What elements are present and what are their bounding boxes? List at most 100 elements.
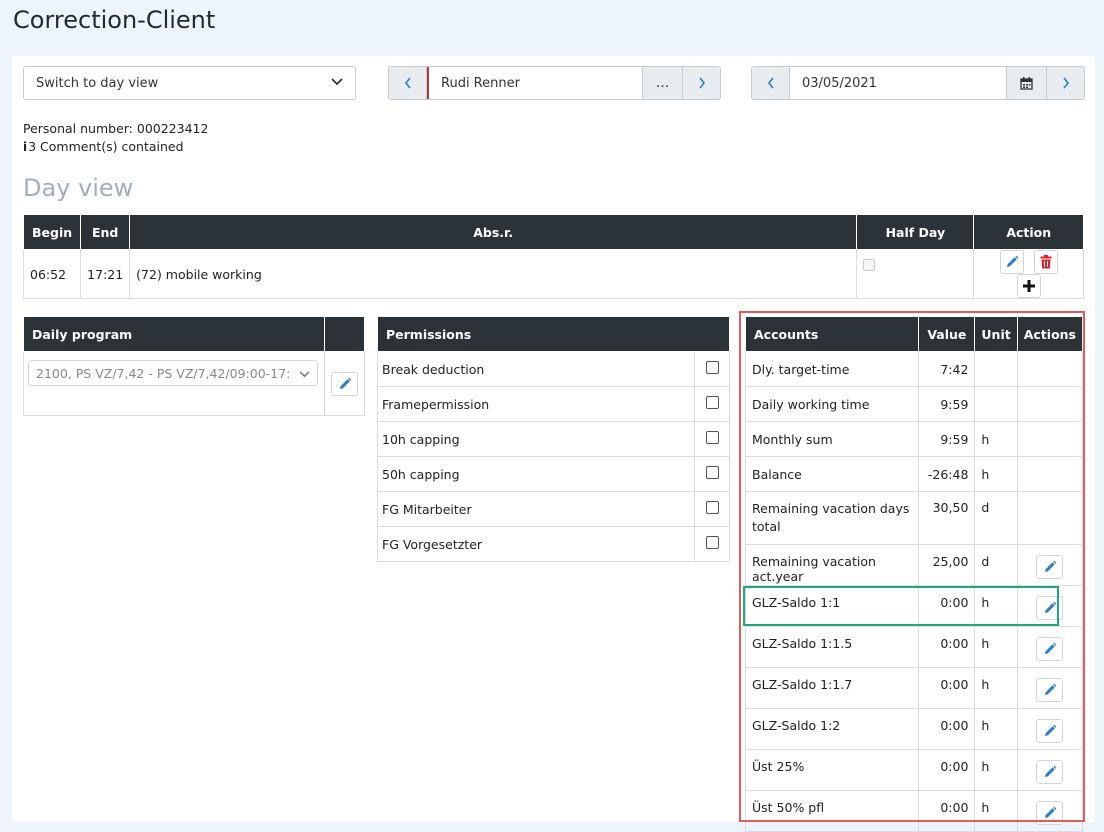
- absr-cell: (72) mobile working: [129, 249, 858, 299]
- permissions-table: Permissions Break deduction Framepermissi…: [376, 316, 730, 562]
- account-name: GLZ-Saldo 1:1: [744, 585, 920, 627]
- chevron-right-icon: [698, 77, 705, 89]
- col-begin: Begin: [22, 214, 82, 250]
- comments-text: 3 Comment(s) contained: [28, 139, 184, 154]
- date-value: 03/05/2021: [802, 75, 877, 91]
- trash-icon: [1040, 255, 1052, 269]
- table-row: Monthly sum 9:59 h: [744, 421, 1084, 457]
- list-item: 10h capping: [376, 421, 730, 457]
- account-value: 0:00: [918, 790, 976, 832]
- edit-account-button[interactable]: [1036, 678, 1064, 702]
- account-unit: h: [974, 749, 1018, 791]
- add-button[interactable]: [1016, 274, 1041, 298]
- permission-checkbox[interactable]: [705, 396, 719, 409]
- permission-checkbox[interactable]: [705, 466, 719, 479]
- account-name: GLZ-Saldo 1:1.5: [744, 626, 920, 668]
- account-value: 9:59: [918, 386, 976, 422]
- personal-number-value: 000223412: [136, 121, 209, 136]
- list-item: Break deduction: [376, 351, 730, 387]
- account-action-cell: [1016, 667, 1084, 709]
- account-name: Daily working time: [744, 386, 920, 422]
- edit-account-button[interactable]: [1036, 555, 1064, 579]
- account-value: 0:00: [918, 708, 976, 750]
- table-row: GLZ-Saldo 1:1 0:00 h: [744, 585, 1084, 627]
- edit-account-button[interactable]: [1036, 760, 1064, 784]
- view-select-value: Switch to day view: [36, 75, 159, 91]
- account-value: 0:00: [918, 626, 976, 668]
- account-value: 25,00: [918, 544, 976, 586]
- daily-program-table: Daily program 2100, PS VZ/7,42 - PS VZ/7…: [23, 316, 365, 416]
- more-button[interactable]: ...: [642, 67, 682, 99]
- next-employee-button[interactable]: [682, 67, 720, 99]
- edit-account-button[interactable]: [1036, 637, 1064, 661]
- col-action: Action: [973, 214, 1084, 250]
- daily-program-cell: 2100, PS VZ/7,42 - PS VZ/7,42/09:00-17:: [23, 351, 325, 416]
- col-permissions: Permissions: [377, 316, 730, 352]
- date-input[interactable]: 03/05/2021: [790, 67, 1006, 99]
- permission-checkbox-cell: [694, 421, 730, 457]
- permission-checkbox-cell: [694, 456, 730, 492]
- pencil-icon: [1006, 255, 1019, 267]
- account-value: 7:42: [918, 351, 976, 387]
- calendar-icon: [1020, 76, 1033, 90]
- employee-name: Rudi Renner: [441, 75, 520, 91]
- plus-icon: [1022, 280, 1035, 292]
- permission-label: 50h capping: [376, 456, 696, 492]
- permission-label: 10h capping: [376, 421, 696, 457]
- delete-button[interactable]: [1033, 250, 1058, 274]
- table-row: GLZ-Saldo 1:1.7 0:00 h: [744, 667, 1084, 709]
- col-daily-program: Daily program: [23, 316, 325, 352]
- account-name: GLZ-Saldo 1:2: [744, 708, 920, 750]
- account-action-cell: [1016, 585, 1084, 627]
- account-unit: [974, 351, 1018, 387]
- page-title: Correction-Client: [13, 6, 216, 34]
- account-action-cell: [1016, 790, 1084, 832]
- daily-program-value: 2100, PS VZ/7,42 - PS VZ/7,42/09:00-17:: [36, 365, 291, 381]
- account-unit: h: [974, 585, 1018, 627]
- account-unit: [974, 386, 1018, 422]
- account-unit: h: [974, 667, 1018, 709]
- half-day-checkbox[interactable]: [863, 259, 876, 271]
- table-row: GLZ-Saldo 1:2 0:00 h: [744, 708, 1084, 750]
- list-item: FG Vorgesetzter: [376, 526, 730, 562]
- col-actions: Actions: [1016, 316, 1084, 352]
- account-name: Monthly sum: [744, 421, 920, 457]
- permission-checkbox-cell: [694, 386, 730, 422]
- prev-date-button[interactable]: [752, 67, 790, 99]
- edit-account-button[interactable]: [1036, 801, 1064, 825]
- prev-employee-button[interactable]: [389, 67, 427, 99]
- edit-daily-program-button[interactable]: [331, 371, 358, 396]
- account-value: -26:48: [918, 456, 976, 492]
- col-unit: Unit: [974, 316, 1018, 352]
- comments-line[interactable]: i 3 Comment(s) contained: [23, 139, 184, 154]
- action-cell: [973, 249, 1084, 299]
- next-date-button[interactable]: [1046, 67, 1084, 99]
- daily-program-select[interactable]: 2100, PS VZ/7,42 - PS VZ/7,42/09:00-17:: [28, 360, 318, 386]
- account-unit: h: [974, 456, 1018, 492]
- table-row: Balance -26:48 h: [744, 456, 1084, 492]
- table-row: 2100, PS VZ/7,42 - PS VZ/7,42/09:00-17:: [23, 351, 365, 416]
- view-select[interactable]: Switch to day view: [23, 66, 356, 100]
- col-daily-program-action: [324, 316, 365, 352]
- half-day-cell: [856, 249, 975, 299]
- edit-account-button[interactable]: [1036, 719, 1064, 743]
- account-value: 9:59: [918, 421, 976, 457]
- permission-checkbox[interactable]: [705, 501, 719, 514]
- pencil-icon: [1044, 560, 1057, 572]
- edit-account-button[interactable]: [1036, 596, 1064, 620]
- permission-checkbox[interactable]: [705, 361, 719, 374]
- account-action-cell: [1016, 708, 1084, 750]
- permission-label: FG Mitarbeiter: [376, 491, 696, 527]
- list-item: FG Mitarbeiter: [376, 491, 730, 527]
- account-action-cell: [1016, 544, 1084, 586]
- account-action-cell: [1016, 421, 1084, 457]
- account-unit: d: [974, 544, 1018, 586]
- pencil-icon: [1044, 601, 1057, 613]
- table-row: Remaining vacation act.year 25,00 d: [744, 544, 1084, 586]
- edit-button[interactable]: [999, 250, 1024, 274]
- permission-checkbox[interactable]: [705, 536, 719, 549]
- permission-checkbox[interactable]: [705, 431, 719, 444]
- calendar-button[interactable]: [1006, 67, 1046, 99]
- employee-field[interactable]: Rudi Renner: [427, 67, 642, 99]
- employee-navigator: Rudi Renner ...: [388, 66, 721, 100]
